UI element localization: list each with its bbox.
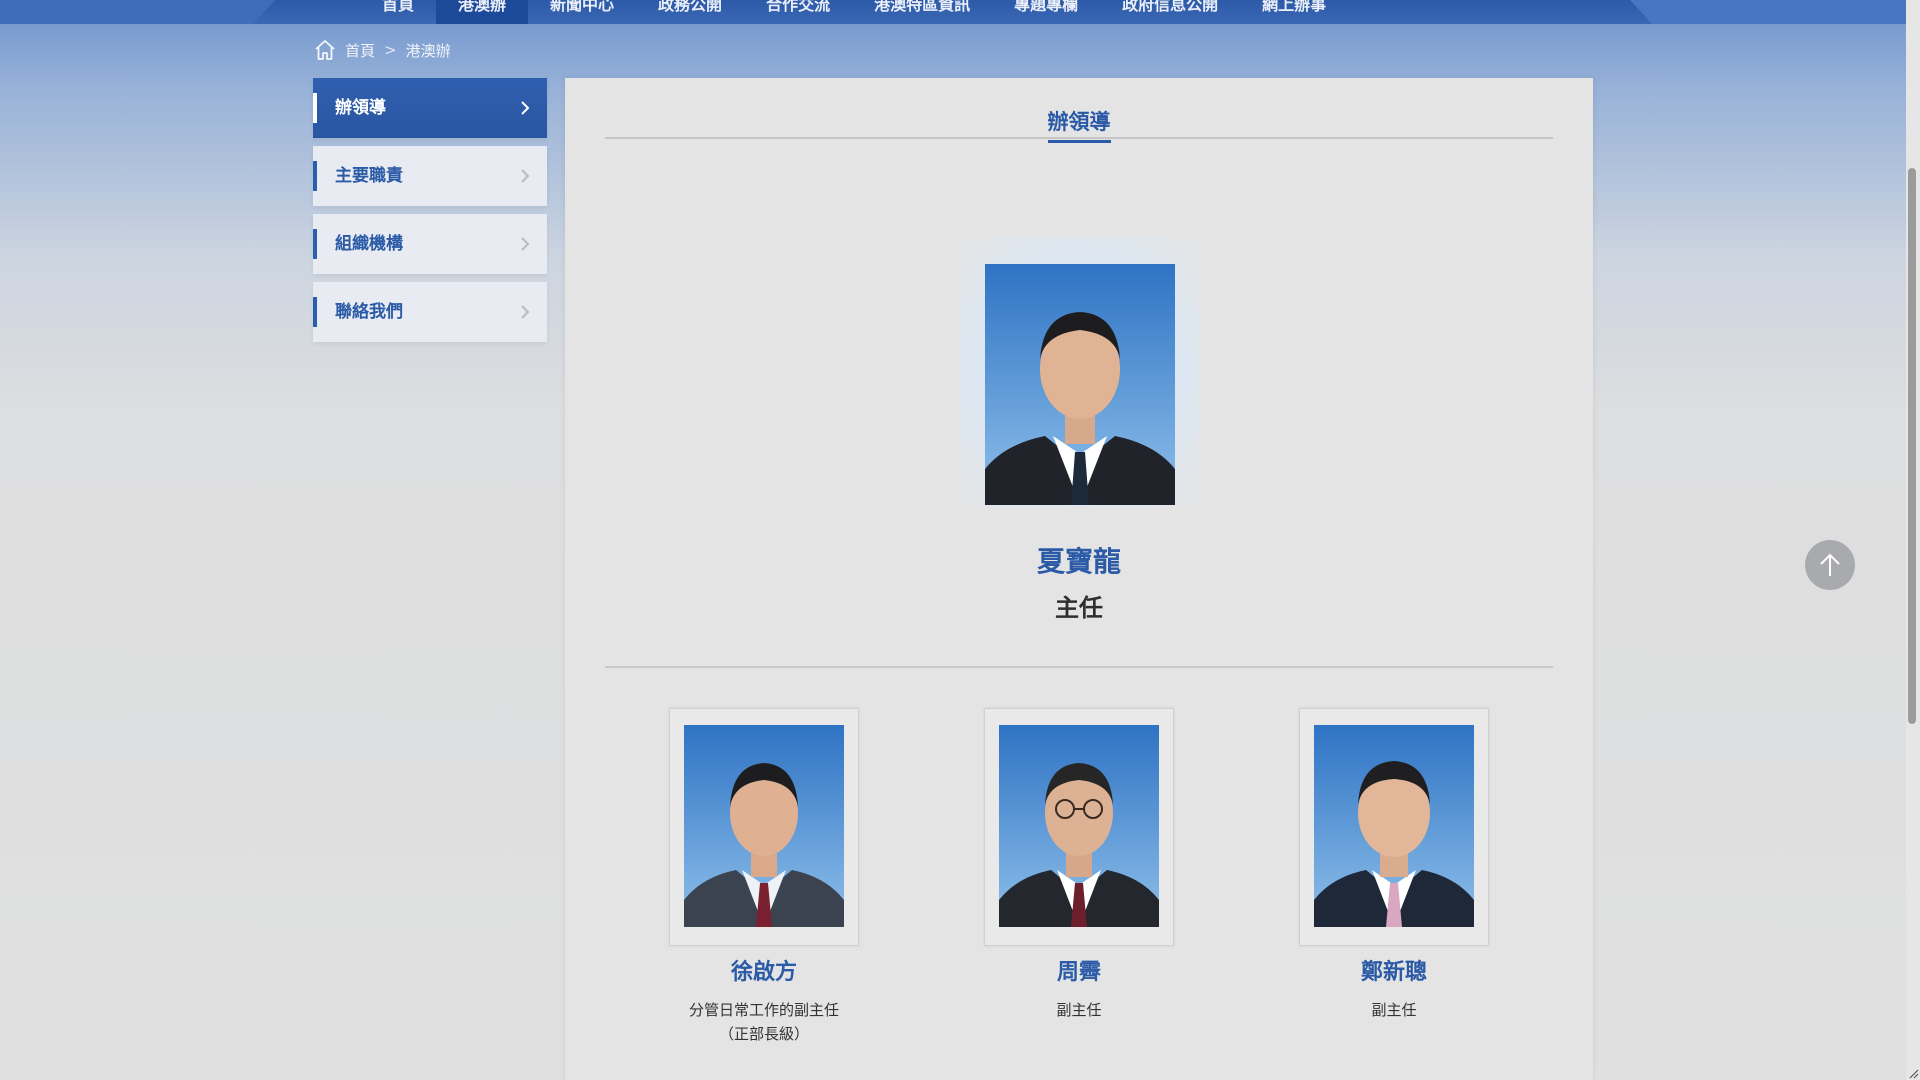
deputy-portrait-photo[interactable] bbox=[999, 725, 1159, 927]
nav-item-online-services[interactable]: 網上辦事 bbox=[1240, 0, 1348, 24]
deputy-name[interactable]: 周霽 bbox=[984, 954, 1174, 986]
nav-item-special-topics[interactable]: 專題專欄 bbox=[992, 0, 1100, 24]
chevron-right-icon bbox=[521, 305, 530, 319]
nav-item-news-center[interactable]: 新聞中心 bbox=[528, 0, 636, 24]
nav-item-hkmao-office[interactable]: 港澳辦 bbox=[436, 0, 529, 24]
deputy-role-line: 副主任 bbox=[1056, 1001, 1102, 1019]
deputy-role-line: 分管日常工作的副主任 bbox=[688, 1001, 839, 1019]
sidebar-item-responsibilities[interactable]: 主要職責 bbox=[313, 146, 547, 206]
deputy-role-line: （正部長級） bbox=[718, 1025, 809, 1043]
deputy-role: 分管日常工作的副主任 （正部長級） bbox=[669, 998, 859, 1046]
sidebar-item-label: 組織機構 bbox=[335, 234, 403, 254]
chevron-right-icon bbox=[521, 237, 530, 251]
sidebar-item-label: 主要職責 bbox=[335, 166, 403, 186]
top-navigation: 首頁 港澳辦 新聞中心 政務公開 合作交流 港澳特區資訊 專題專欄 政府信息公開… bbox=[0, 0, 1906, 24]
sidebar-item-leadership[interactable]: 辦領導 bbox=[313, 78, 547, 138]
nav-item-government-affairs[interactable]: 政務公開 bbox=[636, 0, 744, 24]
chevron-right-icon bbox=[521, 101, 530, 115]
title-divider bbox=[605, 137, 1553, 139]
nav-item-home[interactable]: 首頁 bbox=[360, 0, 436, 24]
scrollbar-thumb[interactable] bbox=[1908, 168, 1916, 724]
sidebar-item-marker bbox=[313, 93, 317, 123]
sidebar: 辦領導 主要職責 組織機構 聯絡我們 bbox=[313, 78, 547, 350]
back-to-top-button[interactable] bbox=[1805, 540, 1855, 590]
sidebar-item-contact-us[interactable]: 聯絡我們 bbox=[313, 282, 547, 342]
sidebar-item-marker bbox=[313, 229, 317, 259]
deputy-photo-frame bbox=[669, 708, 859, 946]
breadcrumb: 首頁 > 港澳辦 bbox=[313, 38, 451, 62]
deputy-name[interactable]: 鄭新聰 bbox=[1299, 954, 1489, 986]
deputy-role: 副主任 bbox=[984, 998, 1174, 1022]
sidebar-item-organization[interactable]: 組織機構 bbox=[313, 214, 547, 274]
breadcrumb-current[interactable]: 港澳辦 bbox=[406, 40, 451, 61]
deputy-card: 徐啟方 分管日常工作的副主任 （正部長級） bbox=[669, 708, 859, 1046]
sidebar-item-marker bbox=[313, 161, 317, 191]
main-content-panel: 辦領導 夏寶龍 主任 徐啟方 分管日常工作的副主任 （正部長級） 周霽 副主任 … bbox=[565, 78, 1593, 1080]
deputy-role: 副主任 bbox=[1299, 998, 1489, 1022]
sidebar-item-marker bbox=[313, 297, 317, 327]
resize-grip-icon bbox=[1909, 1069, 1919, 1079]
sidebar-item-label: 辦領導 bbox=[335, 98, 386, 118]
nav-menu: 首頁 港澳辦 新聞中心 政務公開 合作交流 港澳特區資訊 專題專欄 政府信息公開… bbox=[360, 0, 1348, 24]
breadcrumb-home-link[interactable]: 首頁 bbox=[345, 40, 375, 61]
deputy-photo-frame bbox=[1299, 708, 1489, 946]
chief-portrait-photo[interactable] bbox=[985, 264, 1175, 505]
arrow-up-icon bbox=[1820, 553, 1840, 576]
deputy-role-line: 副主任 bbox=[1371, 1001, 1417, 1019]
nav-decoration-right bbox=[1630, 0, 1906, 24]
deputy-card: 鄭新聰 副主任 bbox=[1299, 708, 1489, 1022]
chief-title: 主任 bbox=[1055, 594, 1103, 622]
nav-item-cooperation[interactable]: 合作交流 bbox=[744, 0, 852, 24]
deputy-name[interactable]: 徐啟方 bbox=[669, 954, 859, 986]
deputy-photo-frame bbox=[984, 708, 1174, 946]
chief-name[interactable]: 夏寶龍 bbox=[565, 540, 1593, 580]
section-divider bbox=[605, 666, 1553, 668]
nav-decoration-left bbox=[0, 0, 275, 24]
sidebar-item-label: 聯絡我們 bbox=[335, 302, 403, 322]
nav-item-sar-info[interactable]: 港澳特區資訊 bbox=[852, 0, 992, 24]
deputy-portrait-photo[interactable] bbox=[684, 725, 844, 927]
nav-item-info-disclosure[interactable]: 政府信息公開 bbox=[1100, 0, 1240, 24]
deputy-card: 周霽 副主任 bbox=[984, 708, 1174, 1022]
chevron-right-icon bbox=[521, 169, 530, 183]
breadcrumb-separator: > bbox=[384, 41, 397, 59]
home-icon[interactable] bbox=[313, 38, 337, 62]
deputy-portrait-photo[interactable] bbox=[1314, 725, 1474, 927]
